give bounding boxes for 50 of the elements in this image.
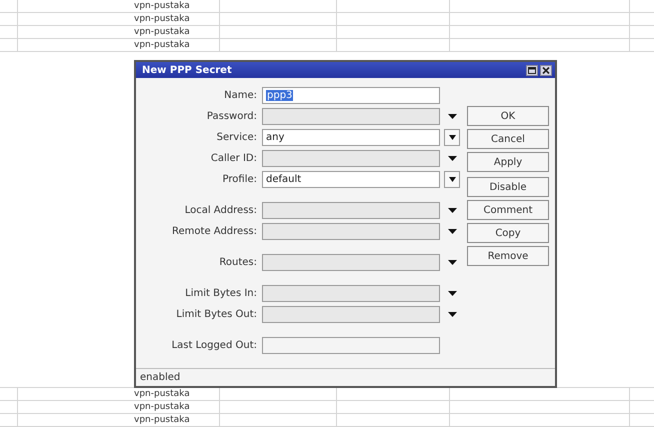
field-label: Service: [216,132,258,143]
list-cell: vpn-pustaka [134,40,190,50]
list-cell: vpn-pustaka [134,27,190,37]
field-label: Remote Address: [171,226,258,237]
caret-icon [448,134,456,140]
input-field[interactable]: ppp3 [262,87,440,104]
dropdown-arrow-icon[interactable] [448,291,456,296]
input-field[interactable]: any [262,129,440,146]
dialog-button[interactable]: Cancel [467,129,549,149]
dropdown-arrow-icon[interactable] [448,156,456,161]
field-label: Profile: [222,174,258,185]
dropdown-arrow-icon[interactable] [448,229,456,234]
dropdown-arrow-icon[interactable] [448,114,456,119]
field-label: Last Logged Out: [170,340,258,351]
dialog-button[interactable]: Apply [467,152,549,172]
input-field[interactable] [262,150,440,167]
close-icon[interactable] [540,64,552,76]
dropdown-arrow-icon[interactable] [448,208,456,213]
dialog-button[interactable]: OK [467,106,549,126]
input-field[interactable]: default [262,171,440,188]
input-field[interactable] [262,285,440,302]
dialog-button[interactable]: Copy [467,223,549,243]
field-label: Limit Bytes In: [184,288,258,299]
input-field[interactable] [262,202,440,219]
list-cell: vpn-pustaka [134,389,190,399]
dropdown-arrow-icon[interactable] [448,260,456,265]
status-text: enabled [140,372,180,383]
dropdown-button[interactable] [444,171,460,188]
input-field[interactable] [262,254,440,271]
dropdown-button[interactable] [444,129,460,146]
field-label: Caller ID: [210,153,258,164]
list-cell: vpn-pustaka [134,415,190,425]
input-field[interactable] [262,223,440,240]
caret-icon [448,176,456,182]
dialog-button[interactable]: Remove [467,246,549,266]
input-field[interactable] [262,306,440,323]
list-cell: vpn-pustaka [134,402,190,412]
dialog-button[interactable]: Comment [467,200,549,220]
field-label: Limit Bytes Out: [175,309,258,320]
dropdown-arrow-icon[interactable] [448,312,456,317]
dialog-button[interactable]: Disable [467,177,549,197]
field-label: Routes: [218,257,258,268]
list-cell: vpn-pustaka [134,1,190,11]
field-label: Name: [223,90,258,101]
maximize-icon[interactable] [526,64,538,76]
list-cell: vpn-pustaka [134,14,190,24]
input-field[interactable] [262,108,440,125]
field-label: Local Address: [184,205,258,216]
field-label: Password: [206,111,258,122]
window-title: New PPP Secret [142,64,232,76]
